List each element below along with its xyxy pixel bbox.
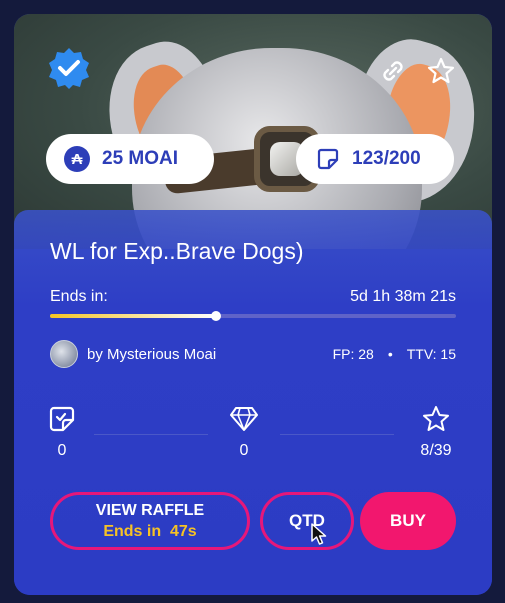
raffle-info-panel: WL for Exp..Brave Dogs) Ends in: 5d 1h 3… xyxy=(14,210,492,595)
qtd-button[interactable]: QTD xyxy=(260,492,354,550)
raffle-card[interactable]: ₳ 25 MOAI 123/200 WL for Exp..Brave Dogs… xyxy=(14,14,492,595)
favorites-count: 8/39 xyxy=(420,442,452,459)
buy-label: BUY xyxy=(390,511,426,530)
ticket-count-label: 123/200 xyxy=(352,148,421,169)
view-raffle-button[interactable]: VIEW RAFFLE Ends in 47s xyxy=(50,492,250,550)
verified-badge-icon xyxy=(47,46,91,90)
view-raffle-label: VIEW RAFFLE xyxy=(95,501,205,519)
diamond-icon xyxy=(224,406,264,432)
entries-stat: 0 xyxy=(42,406,82,460)
entries-count: 0 xyxy=(57,442,67,459)
view-raffle-countdown: Ends in 47s xyxy=(103,522,197,540)
ticket-icon xyxy=(316,147,340,171)
time-progress-bar xyxy=(50,311,456,321)
price-label: 25 MOAI xyxy=(102,148,179,169)
star-icon[interactable] xyxy=(426,56,456,86)
icon-stats: 0 0 8/39 xyxy=(49,406,456,466)
gems-count: 0 xyxy=(239,442,249,459)
buy-button[interactable]: BUY xyxy=(360,492,456,550)
moai-token-icon: ₳ xyxy=(64,146,90,172)
ends-countdown: 5d 1h 38m 21s xyxy=(350,288,456,305)
action-buttons: VIEW RAFFLE Ends in 47s QTD BUY xyxy=(50,492,456,552)
price-pill: ₳ 25 MOAI xyxy=(46,134,214,184)
ticket-count-pill: 123/200 xyxy=(296,134,454,184)
creator-name[interactable]: by Mysterious Moai xyxy=(87,346,216,363)
mouse-cursor-icon xyxy=(310,522,328,546)
ends-row: Ends in: 5d 1h 38m 21s xyxy=(50,288,456,306)
ends-label: Ends in: xyxy=(50,288,108,305)
creator-row: by Mysterious Moai FP: 28 • TTV: 15 xyxy=(50,340,456,368)
star-outline-icon[interactable] xyxy=(412,406,460,432)
link-icon[interactable] xyxy=(378,56,408,86)
favorites-stat[interactable]: 8/39 xyxy=(412,406,460,460)
separator-dot: • xyxy=(387,346,393,362)
ticket-check-icon xyxy=(42,406,82,432)
ttv-value: TTV: 15 xyxy=(406,346,456,362)
time-progress-knob xyxy=(211,311,222,321)
raffle-title: WL for Exp..Brave Dogs) xyxy=(50,238,304,264)
floor-price: FP: 28 xyxy=(332,346,374,362)
gems-stat: 0 xyxy=(224,406,264,460)
avatar[interactable] xyxy=(50,340,78,368)
time-progress-fill xyxy=(50,314,217,318)
